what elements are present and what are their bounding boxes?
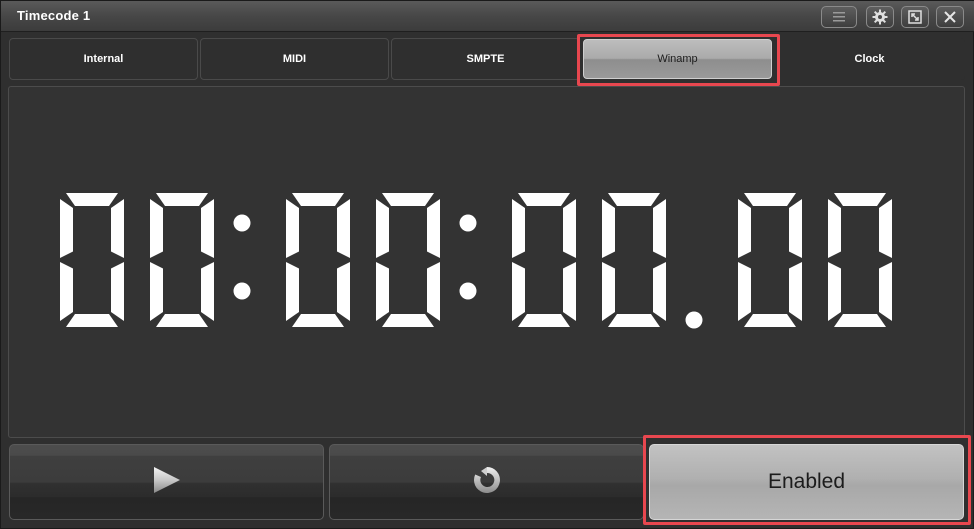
tab-midi[interactable]: MIDI — [200, 38, 389, 80]
resize-icon — [907, 9, 923, 25]
digit-segment — [512, 199, 525, 258]
digit-segment — [292, 314, 344, 327]
digit-segment — [512, 262, 525, 321]
reset-icon — [471, 464, 503, 501]
digit-segment — [789, 262, 802, 321]
digit-segment — [60, 262, 73, 321]
timecode-digit — [512, 193, 576, 327]
digit-segment — [738, 199, 751, 258]
enabled-button[interactable]: Enabled — [649, 444, 964, 520]
seven-segment-readout — [60, 193, 892, 329]
digit-segment — [834, 314, 886, 327]
digit-segment — [150, 199, 163, 258]
tab-internal[interactable]: Internal — [9, 38, 198, 80]
digit-segment — [150, 262, 163, 321]
colon-dot — [233, 282, 251, 300]
colon-dot — [233, 214, 251, 232]
timecode-digit — [602, 193, 666, 327]
timecode-digit — [286, 193, 350, 327]
digit-segment — [879, 199, 892, 258]
timecode-digit — [376, 193, 440, 327]
digit-segment — [602, 262, 615, 321]
digit-segment — [286, 262, 299, 321]
digit-segment — [337, 262, 350, 321]
digit-segment — [789, 199, 802, 258]
digit-segment — [376, 262, 389, 321]
digit-segment — [156, 193, 208, 206]
digit-segment — [201, 262, 214, 321]
digit-segment — [738, 262, 751, 321]
timecode-digit — [828, 193, 892, 327]
digit-segment — [382, 314, 434, 327]
digit-segment — [292, 193, 344, 206]
window-title: Timecode 1 — [17, 8, 91, 23]
digit-segment — [382, 193, 434, 206]
digit-segment — [602, 199, 615, 258]
play-icon — [152, 465, 182, 500]
digit-segment — [156, 314, 208, 327]
digit-segment — [66, 193, 118, 206]
digit-segment — [563, 199, 576, 258]
timecode-window: Timecode 1 Internal MIDI SMPTE Winamp Cl… — [0, 0, 974, 529]
resize-button[interactable] — [901, 6, 929, 28]
reset-button[interactable] — [329, 444, 644, 520]
menu-button[interactable] — [821, 6, 857, 28]
digit-segment — [111, 262, 124, 321]
digit-segment — [653, 262, 666, 321]
menu-icon — [831, 11, 847, 23]
title-bar[interactable]: Timecode 1 — [1, 1, 974, 32]
digit-segment — [201, 199, 214, 258]
digit-segment — [879, 262, 892, 321]
colon-dot — [459, 214, 477, 232]
close-icon — [943, 10, 957, 24]
digit-segment — [376, 199, 389, 258]
timecode-digit — [738, 193, 802, 327]
close-button[interactable] — [936, 6, 964, 28]
digit-segment — [427, 199, 440, 258]
play-button[interactable] — [9, 444, 324, 520]
digit-segment — [427, 262, 440, 321]
digit-segment — [286, 199, 299, 258]
digit-segment — [66, 314, 118, 327]
timecode-digit — [60, 193, 124, 327]
tab-smpte[interactable]: SMPTE — [391, 38, 580, 80]
digit-segment — [337, 199, 350, 258]
digit-segment — [111, 199, 124, 258]
decimal-dot — [685, 311, 703, 329]
colon-dot — [459, 282, 477, 300]
tab-clock[interactable]: Clock — [774, 38, 965, 80]
digit-segment — [828, 199, 841, 258]
digit-segment — [518, 193, 570, 206]
digit-segment — [834, 193, 886, 206]
digit-segment — [60, 199, 73, 258]
digit-segment — [608, 193, 660, 206]
tab-winamp[interactable]: Winamp — [583, 39, 772, 79]
digit-segment — [828, 262, 841, 321]
digit-segment — [518, 314, 570, 327]
timecode-digit — [150, 193, 214, 327]
digit-segment — [653, 199, 666, 258]
digit-segment — [744, 314, 796, 327]
digit-segment — [608, 314, 660, 327]
timecode-display — [8, 86, 965, 438]
settings-button[interactable] — [866, 6, 894, 28]
digit-segment — [563, 262, 576, 321]
digit-segment — [744, 193, 796, 206]
gear-icon — [872, 9, 888, 25]
